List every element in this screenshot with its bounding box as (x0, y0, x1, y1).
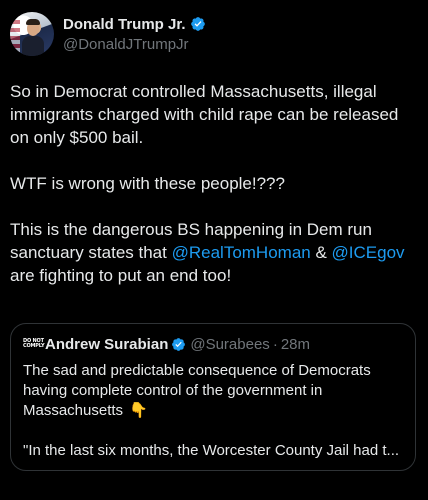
logo-line-2: COMPLY (23, 342, 45, 349)
separator-dot: · (272, 336, 278, 353)
mention-connector: & (310, 243, 332, 262)
quoted-timestamp[interactable]: 28m (281, 336, 310, 353)
tweet-paragraph-2: WTF is wrong with these people!??? (10, 174, 285, 193)
tweet-paragraph-3: This is the dangerous BS happening in De… (10, 218, 418, 287)
author-avatar[interactable] (10, 12, 54, 56)
quoted-tweet-card[interactable]: DO NOT COMPLY Andrew Surabian @Surabees … (10, 323, 416, 471)
quoted-author-handle[interactable]: @Surabees (190, 336, 269, 353)
avatar-flag-decoration (10, 12, 20, 56)
avatar-suit (22, 36, 44, 56)
pointing-down-icon: 👇 (129, 402, 148, 419)
author-display-name[interactable]: Donald Trump Jr. (63, 16, 186, 33)
tweet-text: So in Democrat controlled Massachusetts,… (10, 80, 418, 287)
tweet-paragraph-1: So in Democrat controlled Massachusetts,… (10, 82, 399, 147)
display-name-row: Donald Trump Jr. (63, 16, 206, 33)
quoted-text-1-content: The sad and predictable consequence of D… (23, 362, 371, 419)
tweet-header: Donald Trump Jr. @DonaldJTrumpJr (10, 12, 206, 56)
quoted-text-2: "In the last six months, the Worcester C… (23, 442, 400, 459)
quoted-tweet-header: DO NOT COMPLY Andrew Surabian @Surabees … (23, 336, 403, 353)
quoted-text-1: The sad and predictable consequence of D… (23, 361, 403, 421)
quoted-tweet-text: The sad and predictable consequence of D… (23, 361, 403, 461)
paragraph-3-end: are fighting to put an end too! (10, 266, 232, 285)
quoted-author-avatar[interactable]: DO NOT COMPLY (23, 338, 45, 351)
avatar-hair (26, 19, 40, 25)
author-names: Donald Trump Jr. @DonaldJTrumpJr (63, 16, 206, 53)
verified-badge-icon[interactable] (190, 16, 206, 32)
mention-link-icegov[interactable]: @ICEgov (332, 243, 405, 262)
quoted-verified-badge-icon (172, 338, 186, 351)
mention-link-realtomhoman[interactable]: @RealTomHoman (172, 243, 311, 262)
author-handle[interactable]: @DonaldJTrumpJr (63, 36, 206, 53)
quoted-author-name[interactable]: Andrew Surabian (45, 336, 168, 353)
